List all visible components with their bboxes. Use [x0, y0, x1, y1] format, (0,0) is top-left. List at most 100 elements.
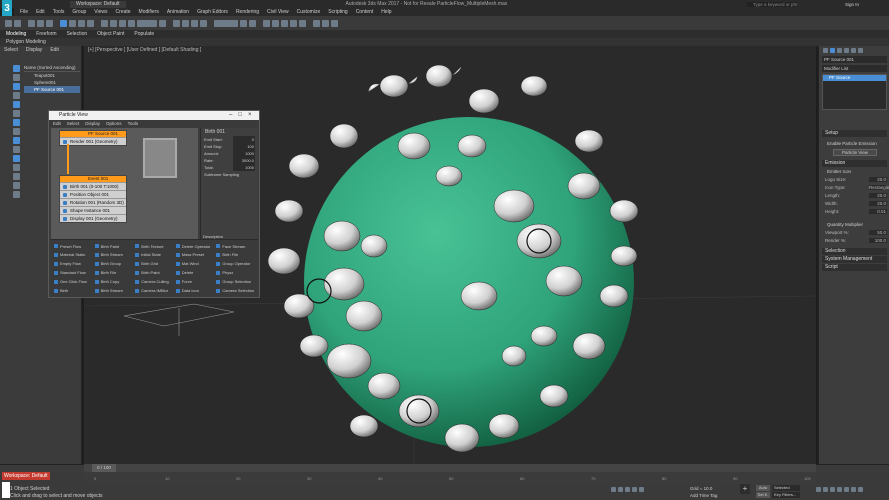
ribbon-tab[interactable]: Selection — [67, 31, 88, 37]
depot-item[interactable]: Mat Wind — [176, 260, 215, 269]
link-icon[interactable] — [28, 19, 35, 27]
depot-item[interactable]: Birth Paint — [95, 242, 134, 251]
depot-item[interactable]: Group Operator — [216, 260, 255, 269]
reference-coordinate-icon[interactable] — [137, 19, 157, 27]
select-object-icon[interactable] — [60, 19, 67, 27]
align-icon[interactable] — [249, 19, 256, 27]
render-percent-field[interactable]: 100.0 — [869, 238, 887, 243]
maximize-icon[interactable]: □ — [238, 112, 242, 118]
operator-birth[interactable]: Birth 001 (0-100 T:1000) — [60, 182, 126, 190]
percent-snap-icon[interactable] — [191, 19, 198, 27]
camera-filter-icon[interactable] — [13, 101, 20, 108]
stack-item[interactable]: PF Source — [823, 75, 886, 81]
go-to-end-icon[interactable] — [639, 487, 644, 492]
close-icon[interactable]: × — [248, 112, 252, 118]
depot-item[interactable]: Birth — [54, 286, 93, 295]
depot-item[interactable]: Data Icon — [176, 286, 215, 295]
container-filter-icon[interactable] — [13, 155, 20, 162]
key-filters-button[interactable]: Key Filters... — [772, 492, 800, 498]
sign-in[interactable]: Sign In — [845, 2, 859, 7]
depot-item[interactable]: Camera Culling — [135, 277, 174, 286]
depot-item[interactable]: Face Stream — [216, 242, 255, 251]
angle-snap-icon[interactable] — [182, 19, 189, 27]
depot-item[interactable]: Birth Texture — [135, 242, 174, 251]
depot-item[interactable]: One Click Flow — [54, 277, 93, 286]
ribbon-tab[interactable]: Object Paint — [97, 31, 124, 37]
menu-item[interactable]: File — [20, 9, 28, 15]
depot-item[interactable]: Initial State — [135, 251, 174, 260]
param-field[interactable]: 100 — [233, 143, 255, 150]
zoom-icon[interactable] — [816, 487, 821, 492]
curve-editor-icon[interactable] — [281, 19, 288, 27]
time-slider-thumb[interactable]: 0 / 100 — [92, 464, 116, 472]
depot-item[interactable]: Birth File — [216, 251, 255, 260]
operator-display[interactable]: Display 001 (Geometry) — [60, 214, 126, 222]
event-node[interactable]: Event 001 Birth 001 (0-100 T:1000) Posit… — [59, 175, 127, 223]
ribbon-toggle-icon[interactable] — [272, 19, 279, 27]
material-editor-icon[interactable] — [299, 19, 306, 27]
depot-item[interactable]: Camera IMBlur — [135, 286, 174, 295]
frozen-filter-icon[interactable] — [13, 164, 20, 171]
go-to-start-icon[interactable] — [611, 487, 616, 492]
helper-filter-icon[interactable] — [13, 110, 20, 117]
menu-item[interactable]: Scripting — [328, 9, 347, 15]
depot-item[interactable]: Preset Flow — [54, 242, 93, 251]
tab-edit[interactable]: Edit — [50, 46, 59, 54]
selection-region-icon[interactable] — [78, 19, 85, 27]
operator-shape-instance[interactable]: Shape Instance 001 (Teapot001) — [60, 206, 126, 221]
ribbon-tab[interactable]: Freeform — [36, 31, 56, 37]
menu-item[interactable]: Help — [381, 9, 391, 15]
depot-item[interactable]: Birth Grid — [135, 260, 174, 269]
emission-rollout[interactable]: Emission — [822, 160, 887, 167]
depot-item[interactable]: Birth Group — [95, 260, 134, 269]
all-filter-icon[interactable] — [13, 182, 20, 189]
depot-item[interactable]: Birth File — [95, 268, 134, 277]
filter-icon[interactable] — [13, 65, 20, 72]
maxscript-listener[interactable] — [2, 482, 10, 498]
rotate-icon[interactable] — [110, 19, 117, 27]
menu-item[interactable]: Tools — [53, 9, 65, 15]
search-input[interactable]: Type a keyword or phrase — [746, 1, 797, 7]
emission-field[interactable]: 0.01 — [869, 209, 887, 214]
workspace-badge[interactable]: Workspace: Default — [2, 472, 50, 480]
maximize-viewport-icon[interactable] — [858, 487, 863, 492]
depot-item[interactable]: Material Static — [54, 251, 93, 260]
field-of-view-icon[interactable] — [837, 487, 842, 492]
menu-item[interactable]: Group — [72, 9, 86, 15]
column-header[interactable]: Name (Sorted Ascending) — [24, 64, 80, 72]
schematic-view-icon[interactable] — [290, 19, 297, 27]
motion-tab-icon[interactable] — [844, 48, 849, 53]
depot-item[interactable]: Camera Selection — [216, 286, 255, 295]
rendered-frame-icon[interactable] — [322, 19, 329, 27]
depot-item[interactable]: Force — [176, 277, 215, 286]
spacewarp-filter-icon[interactable] — [13, 119, 20, 126]
hierarchy-tab-icon[interactable] — [837, 48, 842, 53]
mirror-icon[interactable] — [240, 19, 247, 27]
depot-item[interactable]: Standard Flow — [54, 268, 93, 277]
move-icon[interactable] — [101, 19, 108, 27]
next-frame-icon[interactable] — [632, 487, 637, 492]
navigator-preview[interactable] — [143, 138, 177, 178]
window-crossing-icon[interactable] — [87, 19, 94, 27]
modifier-list-dropdown[interactable]: Modifier List — [822, 65, 887, 72]
menu-item[interactable]: Customize — [297, 9, 321, 15]
list-item[interactable]: Teapot001 — [24, 72, 80, 79]
named-selection-icon[interactable] — [214, 19, 238, 27]
snap-toggle-icon[interactable] — [173, 19, 180, 27]
object-name-field[interactable]: PF Source 001 — [822, 56, 887, 63]
system-management-rollout[interactable]: System Management — [822, 256, 887, 263]
set-key-icon[interactable]: + — [740, 484, 750, 494]
layer-explorer-icon[interactable] — [263, 19, 270, 27]
render-icon[interactable] — [331, 19, 338, 27]
zoom-extents-icon[interactable] — [830, 487, 835, 492]
menu-item[interactable]: Content — [356, 9, 374, 15]
depot-item[interactable]: Birth Stream — [95, 251, 134, 260]
bone-filter-icon[interactable] — [13, 146, 20, 153]
hidden-filter-icon[interactable] — [13, 173, 20, 180]
geometry-filter-icon[interactable] — [13, 74, 20, 81]
light-filter-icon[interactable] — [13, 92, 20, 99]
list-item[interactable]: PF Source 001 — [24, 86, 80, 93]
time-slider[interactable]: 0 / 100 — [84, 464, 816, 472]
param-field[interactable]: 0 — [233, 136, 255, 143]
previous-frame-icon[interactable] — [618, 487, 623, 492]
